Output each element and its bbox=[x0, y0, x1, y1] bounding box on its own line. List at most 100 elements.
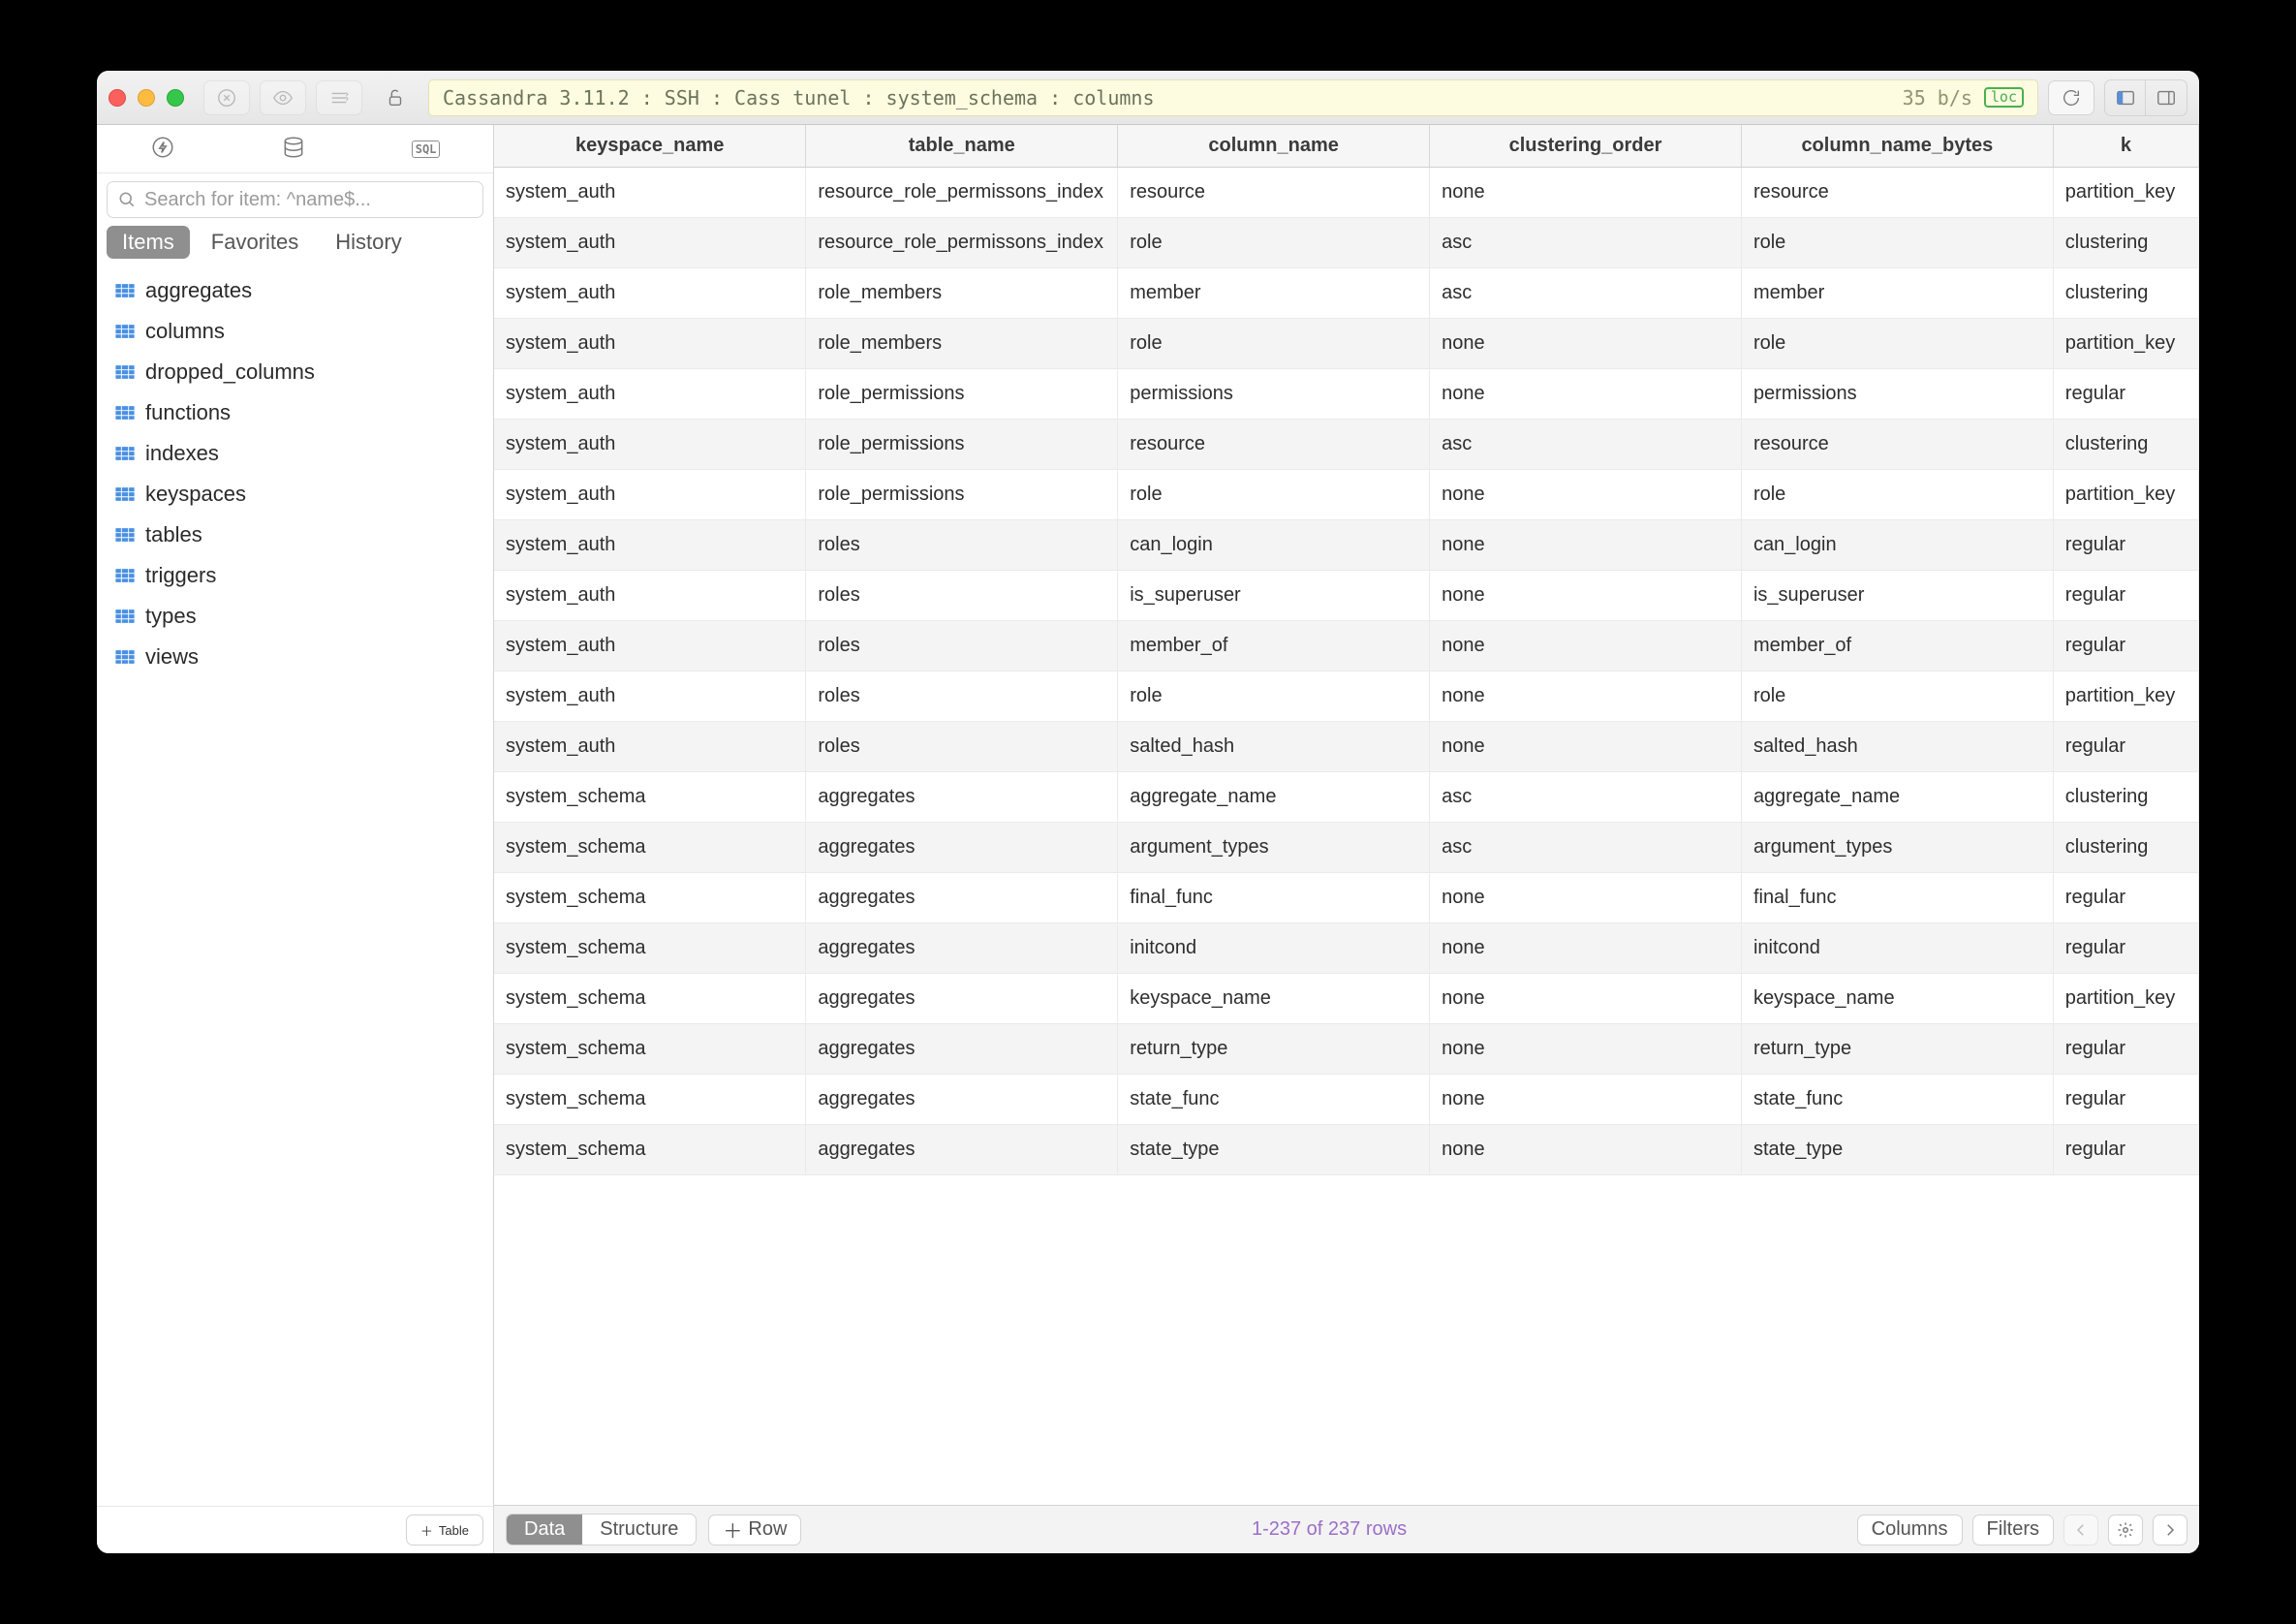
table-cell[interactable]: role bbox=[1741, 218, 2053, 268]
table-cell[interactable]: resource bbox=[1741, 168, 2053, 218]
table-cell[interactable]: regular bbox=[2053, 520, 2198, 571]
table-cell[interactable]: none bbox=[1430, 923, 1742, 974]
table-cell[interactable]: is_superuser bbox=[1741, 571, 2053, 621]
table-cell[interactable]: system_auth bbox=[494, 420, 806, 470]
sidebar-item-keyspaces[interactable]: keyspaces bbox=[97, 474, 493, 515]
table-cell[interactable]: clustering bbox=[2053, 268, 2198, 319]
close-window-button[interactable] bbox=[109, 89, 126, 107]
table-cell[interactable]: system_schema bbox=[494, 873, 806, 923]
table-cell[interactable]: member_of bbox=[1118, 621, 1430, 671]
table-cell[interactable]: resource_role_permissons_index bbox=[806, 168, 1118, 218]
table-cell[interactable]: none bbox=[1430, 369, 1742, 420]
undo-button[interactable] bbox=[203, 80, 250, 115]
table-row[interactable]: system_schemaaggregatesargument_typesasc… bbox=[494, 823, 2199, 873]
table-cell[interactable]: resource_role_permissons_index bbox=[806, 218, 1118, 268]
preview-toggle-button[interactable] bbox=[260, 80, 306, 115]
table-row[interactable]: system_schemaaggregatesreturn_typenonere… bbox=[494, 1024, 2199, 1075]
table-cell[interactable]: role bbox=[1741, 319, 2053, 369]
table-cell[interactable]: role_members bbox=[806, 319, 1118, 369]
table-row[interactable]: system_authrole_permissionsresourceascre… bbox=[494, 420, 2199, 470]
table-cell[interactable]: none bbox=[1430, 319, 1742, 369]
settings-button[interactable] bbox=[2108, 1515, 2143, 1546]
table-cell[interactable]: asc bbox=[1430, 823, 1742, 873]
table-row[interactable]: system_authresource_role_permissons_inde… bbox=[494, 168, 2199, 218]
table-cell[interactable]: system_schema bbox=[494, 923, 806, 974]
column-header-column_name[interactable]: column_name bbox=[1118, 125, 1430, 168]
table-cell[interactable]: clustering bbox=[2053, 772, 2198, 823]
table-cell[interactable]: is_superuser bbox=[1118, 571, 1430, 621]
view-structure-button[interactable]: Structure bbox=[582, 1515, 696, 1545]
table-cell[interactable]: system_auth bbox=[494, 470, 806, 520]
table-cell[interactable]: role bbox=[1741, 470, 2053, 520]
table-cell[interactable]: partition_key bbox=[2053, 319, 2198, 369]
database-mode-button[interactable] bbox=[281, 135, 306, 163]
table-cell[interactable]: final_func bbox=[1741, 873, 2053, 923]
table-cell[interactable]: aggregate_name bbox=[1118, 772, 1430, 823]
table-cell[interactable]: roles bbox=[806, 621, 1118, 671]
table-cell[interactable]: none bbox=[1430, 168, 1742, 218]
table-cell[interactable]: initcond bbox=[1741, 923, 2053, 974]
table-cell[interactable]: can_login bbox=[1741, 520, 2053, 571]
columns-button[interactable]: Columns bbox=[1857, 1515, 1963, 1546]
sidebar-item-dropped_columns[interactable]: dropped_columns bbox=[97, 352, 493, 392]
table-cell[interactable]: none bbox=[1430, 621, 1742, 671]
table-row[interactable]: system_authrolesis_superusernoneis_super… bbox=[494, 571, 2199, 621]
table-cell[interactable]: state_func bbox=[1741, 1075, 2053, 1125]
table-cell[interactable]: salted_hash bbox=[1741, 722, 2053, 772]
table-cell[interactable]: system_schema bbox=[494, 974, 806, 1024]
column-header-k[interactable]: k bbox=[2053, 125, 2198, 168]
table-cell[interactable]: none bbox=[1430, 520, 1742, 571]
table-cell[interactable]: none bbox=[1430, 722, 1742, 772]
table-cell[interactable]: member bbox=[1118, 268, 1430, 319]
table-row[interactable]: system_schemaaggregatesaggregate_nameasc… bbox=[494, 772, 2199, 823]
table-cell[interactable]: permissions bbox=[1118, 369, 1430, 420]
connection-mode-button[interactable] bbox=[150, 135, 175, 163]
table-cell[interactable]: state_type bbox=[1741, 1125, 2053, 1175]
table-cell[interactable]: role_permissions bbox=[806, 470, 1118, 520]
next-page-button[interactable] bbox=[2153, 1515, 2187, 1546]
table-cell[interactable]: asc bbox=[1430, 772, 1742, 823]
table-cell[interactable]: partition_key bbox=[2053, 168, 2198, 218]
sidebar-item-triggers[interactable]: triggers bbox=[97, 555, 493, 596]
table-cell[interactable]: asc bbox=[1430, 218, 1742, 268]
table-cell[interactable]: argument_types bbox=[1741, 823, 2053, 873]
breadcrumb-bar[interactable]: Cassandra 3.11.2 : SSH : Cass tunel : sy… bbox=[428, 79, 2038, 116]
table-cell[interactable]: role bbox=[1741, 671, 2053, 722]
sql-mode-button[interactable]: SQL bbox=[412, 141, 441, 156]
table-row[interactable]: system_authrolessalted_hashnonesalted_ha… bbox=[494, 722, 2199, 772]
add-row-button[interactable]: ＋ Row bbox=[708, 1515, 801, 1546]
list-toggle-button[interactable] bbox=[316, 80, 362, 115]
table-cell[interactable]: member_of bbox=[1741, 621, 2053, 671]
table-cell[interactable]: system_auth bbox=[494, 671, 806, 722]
table-cell[interactable]: system_schema bbox=[494, 772, 806, 823]
table-row[interactable]: system_authrole_membersmemberascmembercl… bbox=[494, 268, 2199, 319]
table-row[interactable]: system_authrole_permissionsrolenonerolep… bbox=[494, 470, 2199, 520]
table-cell[interactable]: regular bbox=[2053, 1075, 2198, 1125]
view-data-button[interactable]: Data bbox=[507, 1515, 582, 1545]
table-cell[interactable]: state_type bbox=[1118, 1125, 1430, 1175]
table-cell[interactable]: regular bbox=[2053, 873, 2198, 923]
table-cell[interactable]: role bbox=[1118, 470, 1430, 520]
table-cell[interactable]: system_auth bbox=[494, 218, 806, 268]
table-cell[interactable]: system_schema bbox=[494, 1075, 806, 1125]
sidebar-item-aggregates[interactable]: aggregates bbox=[97, 270, 493, 311]
refresh-button[interactable] bbox=[2048, 80, 2094, 115]
sidebar-item-views[interactable]: views bbox=[97, 637, 493, 677]
sidebar-item-types[interactable]: types bbox=[97, 596, 493, 637]
table-row[interactable]: system_authresource_role_permissons_inde… bbox=[494, 218, 2199, 268]
table-row[interactable]: system_authrolescan_loginnonecan_loginre… bbox=[494, 520, 2199, 571]
table-row[interactable]: system_schemaaggregatesinitcondnoneinitc… bbox=[494, 923, 2199, 974]
table-cell[interactable]: none bbox=[1430, 1024, 1742, 1075]
table-row[interactable]: system_schemaaggregatesfinal_funcnonefin… bbox=[494, 873, 2199, 923]
table-cell[interactable]: resource bbox=[1118, 168, 1430, 218]
table-cell[interactable]: aggregates bbox=[806, 1075, 1118, 1125]
table-cell[interactable]: role bbox=[1118, 319, 1430, 369]
table-cell[interactable]: aggregates bbox=[806, 823, 1118, 873]
sidebar-item-functions[interactable]: functions bbox=[97, 392, 493, 433]
table-row[interactable]: system_schemaaggregatesstate_typenonesta… bbox=[494, 1125, 2199, 1175]
table-cell[interactable]: system_auth bbox=[494, 319, 806, 369]
prev-page-button[interactable] bbox=[2063, 1515, 2098, 1546]
table-cell[interactable]: aggregates bbox=[806, 923, 1118, 974]
table-cell[interactable]: regular bbox=[2053, 722, 2198, 772]
table-cell[interactable]: keyspace_name bbox=[1118, 974, 1430, 1024]
